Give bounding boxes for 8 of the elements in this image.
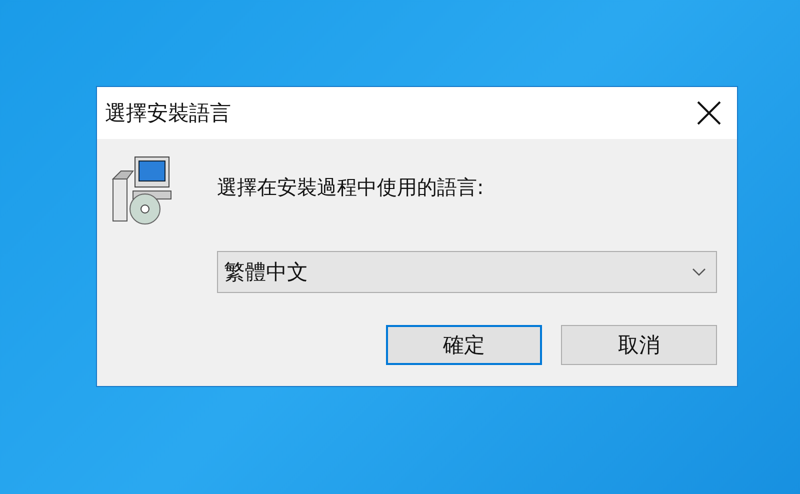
installer-icon xyxy=(111,155,173,227)
cancel-button[interactable]: 取消 xyxy=(561,325,717,365)
chevron-down-icon xyxy=(692,268,706,276)
close-icon xyxy=(696,100,722,126)
window-title: 選擇安裝語言 xyxy=(105,100,231,127)
language-dropdown[interactable]: 繁體中文 xyxy=(217,251,717,293)
ok-button[interactable]: 確定 xyxy=(386,325,542,365)
prompt-text: 選擇在安裝過程中使用的語言: xyxy=(217,174,485,201)
